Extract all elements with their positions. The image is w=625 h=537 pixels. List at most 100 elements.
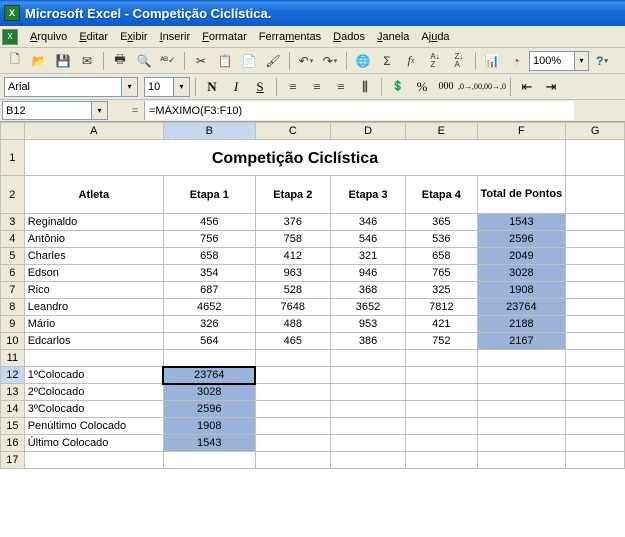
sort-asc-icon[interactable]: A↓Z: [424, 50, 446, 72]
cell[interactable]: 1543: [477, 214, 566, 231]
cell[interactable]: 758: [255, 231, 330, 248]
col-header-A[interactable]: A: [24, 123, 163, 140]
align-center-icon[interactable]: ≡: [306, 76, 328, 98]
font-size-combo[interactable]: ▾: [144, 77, 190, 97]
cell[interactable]: 1543: [163, 435, 255, 452]
cell[interactable]: 23764: [477, 299, 566, 316]
cell[interactable]: 465: [255, 333, 330, 350]
cell[interactable]: [330, 384, 405, 401]
new-doc-icon[interactable]: 🗋: [4, 50, 26, 72]
cell[interactable]: Etapa 4: [406, 176, 477, 214]
cell[interactable]: [566, 452, 625, 469]
redo-icon[interactable]: ↷: [319, 50, 341, 72]
col-header-C[interactable]: C: [255, 123, 330, 140]
cell[interactable]: Leandro: [24, 299, 163, 316]
cell[interactable]: 756: [163, 231, 255, 248]
cell[interactable]: [330, 418, 405, 435]
print-preview-icon[interactable]: 🔍: [133, 50, 155, 72]
cell[interactable]: [255, 384, 330, 401]
thousands-icon[interactable]: 000: [435, 76, 457, 98]
paste-icon[interactable]: 📄: [238, 50, 260, 72]
bold-button[interactable]: N: [201, 76, 223, 98]
cell[interactable]: Penúltimo Colocado: [24, 418, 163, 435]
cell[interactable]: [566, 367, 625, 384]
cell[interactable]: 528: [255, 282, 330, 299]
menu-ajuda[interactable]: Ajuda: [415, 29, 455, 45]
font-size-input[interactable]: [144, 77, 174, 97]
cell[interactable]: [566, 214, 625, 231]
format-painter-icon[interactable]: 🖌: [262, 50, 284, 72]
cell[interactable]: 3ºColocado: [24, 401, 163, 418]
increase-decimal-icon[interactable]: ,0→,00: [459, 76, 481, 98]
cell[interactable]: 325: [406, 282, 477, 299]
spreadsheet-grid[interactable]: A B C D E F G 1 Competição Ciclística 2 …: [0, 122, 625, 469]
cell[interactable]: 7812: [406, 299, 477, 316]
cell[interactable]: [566, 316, 625, 333]
cell[interactable]: Etapa 3: [330, 176, 405, 214]
decrease-indent-icon[interactable]: ⇤: [516, 76, 538, 98]
cell[interactable]: 376: [255, 214, 330, 231]
open-icon[interactable]: 📂: [28, 50, 50, 72]
row-header[interactable]: 4: [1, 231, 25, 248]
zoom-combo[interactable]: ▾: [529, 51, 589, 71]
cell[interactable]: 546: [330, 231, 405, 248]
cell[interactable]: [566, 265, 625, 282]
undo-icon[interactable]: ↶: [295, 50, 317, 72]
cell[interactable]: [566, 248, 625, 265]
align-right-icon[interactable]: ≡: [330, 76, 352, 98]
drawing-icon[interactable]: ◔: [505, 50, 527, 72]
cell[interactable]: [406, 418, 477, 435]
cell[interactable]: Charles: [24, 248, 163, 265]
cell[interactable]: [477, 452, 566, 469]
help-icon[interactable]: ?: [591, 50, 613, 72]
row-header[interactable]: 16: [1, 435, 25, 452]
cell[interactable]: Competição Ciclística: [24, 140, 565, 176]
menu-dados[interactable]: Dados: [327, 29, 371, 45]
zoom-input[interactable]: [529, 51, 575, 71]
cell[interactable]: 368: [330, 282, 405, 299]
cell[interactable]: [477, 350, 566, 367]
currency-icon[interactable]: 💲: [387, 76, 409, 98]
cell[interactable]: Edcarlos: [24, 333, 163, 350]
spellcheck-icon[interactable]: ᴬᴮ✓: [157, 50, 179, 72]
menu-janela[interactable]: Janela: [371, 29, 415, 45]
hyperlink-icon[interactable]: 🌐: [352, 50, 374, 72]
col-header-G[interactable]: G: [566, 123, 625, 140]
row-header[interactable]: 11: [1, 350, 25, 367]
menu-ferramentas[interactable]: Ferramentas: [253, 29, 327, 45]
select-all-corner[interactable]: [1, 123, 25, 140]
cut-icon[interactable]: ✂: [190, 50, 212, 72]
cell[interactable]: Atleta: [24, 176, 163, 214]
italic-button[interactable]: I: [225, 76, 247, 98]
cell[interactable]: Etapa 2: [255, 176, 330, 214]
col-header-D[interactable]: D: [330, 123, 405, 140]
cell[interactable]: Reginaldo: [24, 214, 163, 231]
save-icon[interactable]: 💾: [52, 50, 74, 72]
cell[interactable]: 386: [330, 333, 405, 350]
cell[interactable]: [163, 350, 255, 367]
cell[interactable]: [330, 435, 405, 452]
function-icon[interactable]: fx: [400, 50, 422, 72]
dropdown-arrow-icon[interactable]: ▾: [122, 77, 138, 97]
row-header[interactable]: 5: [1, 248, 25, 265]
percent-icon[interactable]: %: [411, 76, 433, 98]
cell[interactable]: 687: [163, 282, 255, 299]
cell[interactable]: 321: [330, 248, 405, 265]
cell[interactable]: 2596: [477, 231, 566, 248]
row-header[interactable]: 14: [1, 401, 25, 418]
cell[interactable]: [406, 401, 477, 418]
cell[interactable]: [406, 452, 477, 469]
cell[interactable]: 564: [163, 333, 255, 350]
name-box-input[interactable]: [2, 101, 92, 120]
name-box[interactable]: ▾: [2, 101, 108, 120]
cell[interactable]: 2ºColocado: [24, 384, 163, 401]
cell[interactable]: 2049: [477, 248, 566, 265]
row-header[interactable]: 17: [1, 452, 25, 469]
cell[interactable]: Antônio: [24, 231, 163, 248]
cell[interactable]: [477, 418, 566, 435]
row-header[interactable]: 15: [1, 418, 25, 435]
row-header[interactable]: 13: [1, 384, 25, 401]
cell[interactable]: [566, 231, 625, 248]
row-header[interactable]: 8: [1, 299, 25, 316]
cell[interactable]: 658: [163, 248, 255, 265]
